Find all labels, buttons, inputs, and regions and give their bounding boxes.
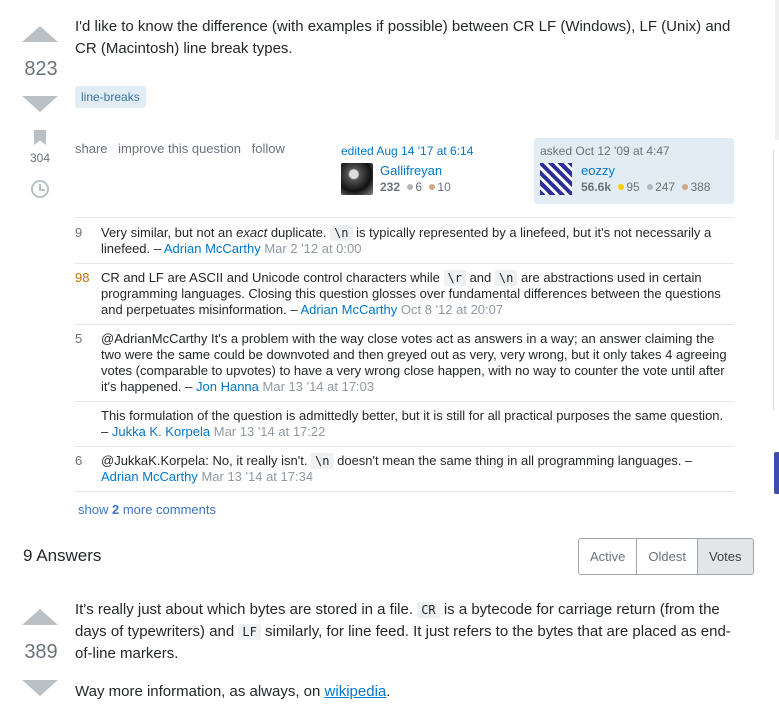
- edited-timestamp-link[interactable]: edited Aug 14 '17 at 6:14: [341, 144, 511, 158]
- comment-text: Very similar, but not an: [101, 225, 237, 240]
- show-more-text: show: [78, 502, 112, 517]
- editor-name[interactable]: Gallifreyan: [380, 163, 451, 178]
- inline-code: \r: [443, 270, 466, 286]
- post-menu: share improve this question follow: [75, 141, 292, 156]
- inline-code: \n: [311, 453, 334, 469]
- comment-user-link[interactable]: Jon Hanna: [196, 379, 259, 394]
- answer-body: It's really just about which bytes are s…: [75, 599, 740, 703]
- downvote-arrow-icon[interactable]: [22, 96, 58, 112]
- comment: 98 CR and LF are ASCII and Unicode contr…: [75, 264, 734, 325]
- comment-text: and: [465, 270, 495, 285]
- comment: 9 Very similar, but not an exact duplica…: [75, 218, 734, 264]
- bookmark-count: 304: [29, 151, 51, 165]
- right-edge-divider: [773, 150, 774, 410]
- comment-user-link[interactable]: Jukka K. Korpela: [112, 424, 210, 439]
- tab-active[interactable]: Active: [579, 539, 638, 574]
- owner-gold-count: 95: [626, 180, 640, 194]
- right-edge-highlight: [774, 452, 779, 494]
- comment-date[interactable]: Mar 13 '14 at 17:03: [263, 379, 375, 394]
- comment: This formulation of the question is admi…: [75, 402, 734, 447]
- comment-score: 98: [75, 270, 90, 285]
- editor-signature: edited Aug 14 '17 at 6:14 Gallifreyan 23…: [341, 144, 511, 195]
- inline-code: CR: [417, 602, 440, 618]
- bronze-badge-icon: [682, 184, 689, 191]
- comment-date[interactable]: Mar 13 '14 at 17:22: [214, 424, 326, 439]
- comment-emphasis: exact: [236, 225, 268, 240]
- tag-list: line-breaks: [75, 86, 146, 108]
- history-icon[interactable]: [31, 180, 49, 198]
- answer-paragraph: Way more information, as always, on wiki…: [75, 681, 740, 703]
- comment-body: Very similar, but not an exact duplicate…: [101, 225, 734, 257]
- comment-text: duplicate.: [267, 225, 331, 240]
- follow-link[interactable]: follow: [252, 141, 285, 156]
- question-body: I'd like to know the difference (with ex…: [75, 18, 731, 57]
- comment-list: 9 Very similar, but not an exact duplica…: [75, 217, 734, 492]
- inline-code: \n: [330, 225, 353, 241]
- show-more-text: more comments: [119, 502, 217, 517]
- silver-badge-icon: [647, 184, 654, 191]
- owner-silver-count: 247: [655, 180, 676, 194]
- question-vote-column: [22, 26, 58, 42]
- show-more-comments-link[interactable]: show 2 more comments: [78, 502, 216, 517]
- comment-score: 9: [75, 225, 83, 240]
- right-edge-bar: [775, 0, 779, 140]
- editor-reputation: 232: [380, 180, 401, 194]
- share-link[interactable]: share: [75, 141, 108, 156]
- answer-paragraph: It's really just about which bytes are s…: [75, 599, 740, 665]
- improve-question-link[interactable]: improve this question: [118, 141, 241, 156]
- tag-line-breaks[interactable]: line-breaks: [75, 86, 146, 108]
- comment-body: @AdrianMcCarthy It's a problem with the …: [101, 331, 734, 395]
- comment-user-link[interactable]: Adrian McCarthy: [101, 469, 198, 484]
- comment: 5 @AdrianMcCarthy It's a problem with th…: [75, 325, 734, 402]
- comment-body: @JukkaK.Korpela: No, it really isn't. \n…: [101, 453, 734, 485]
- answer-sort-tabs: Active Oldest Votes: [578, 538, 754, 575]
- comment-score: 6: [75, 453, 83, 468]
- owner-name[interactable]: eozzy: [581, 163, 710, 178]
- comment-date[interactable]: Oct 8 '12 at 20:07: [401, 302, 503, 317]
- comment-text: doesn't mean the same thing in all progr…: [333, 453, 693, 468]
- answer-upvote-arrow-icon[interactable]: [22, 609, 58, 625]
- owner-signature: asked Oct 12 '09 at 4:47 eozzy 56.6k 95 …: [534, 138, 734, 204]
- comment-text: @JukkaK.Korpela: No, it really isn't.: [101, 453, 312, 468]
- inline-code: \n: [494, 270, 518, 286]
- comment-body: This formulation of the question is admi…: [101, 408, 734, 440]
- comment-date[interactable]: Mar 2 '12 at 0:00: [264, 241, 361, 256]
- answer-downvote-arrow-icon[interactable]: [22, 680, 58, 696]
- comment-user-link[interactable]: Adrian McCarthy: [300, 302, 397, 317]
- answer-vote-count: 389: [24, 641, 58, 663]
- editor-bronze-count: 10: [437, 180, 451, 194]
- comment-text: @AdrianMcCarthy It's a problem with the …: [101, 331, 727, 394]
- question-vote-count: 823: [24, 58, 58, 80]
- gold-badge-icon: [618, 184, 625, 191]
- asked-timestamp: asked Oct 12 '09 at 4:47: [540, 144, 670, 158]
- comment-score: 5: [75, 331, 83, 346]
- tab-votes[interactable]: Votes: [697, 539, 753, 574]
- inline-code: LF: [238, 624, 261, 640]
- bookmark-icon[interactable]: [34, 130, 46, 145]
- upvote-arrow-icon[interactable]: [22, 26, 58, 42]
- comment: 6 @JukkaK.Korpela: No, it really isn't. …: [75, 447, 734, 492]
- comment-score: [75, 408, 101, 440]
- comment-date[interactable]: Mar 13 '14 at 17:34: [201, 469, 313, 484]
- answer-text: It's really just about which bytes are s…: [75, 601, 418, 618]
- answers-count-heading: 9 Answers: [23, 546, 102, 565]
- answer-text: Way more information, as always, on: [75, 683, 325, 700]
- tab-oldest[interactable]: Oldest: [637, 539, 698, 574]
- comment-text: CR and LF are ASCII and Unicode control …: [101, 270, 444, 285]
- owner-bronze-count: 388: [690, 180, 711, 194]
- bronze-badge-icon: [429, 184, 436, 191]
- answer-text: .: [386, 683, 391, 700]
- comment-body: CR and LF are ASCII and Unicode control …: [101, 270, 734, 318]
- editor-silver-count: 6: [415, 180, 423, 194]
- owner-reputation: 56.6k: [581, 180, 612, 194]
- wikipedia-link[interactable]: wikipedia: [325, 683, 387, 700]
- silver-badge-icon: [407, 184, 414, 191]
- editor-avatar[interactable]: [341, 163, 373, 195]
- comment-user-link[interactable]: Adrian McCarthy: [164, 241, 261, 256]
- owner-avatar[interactable]: [540, 163, 572, 195]
